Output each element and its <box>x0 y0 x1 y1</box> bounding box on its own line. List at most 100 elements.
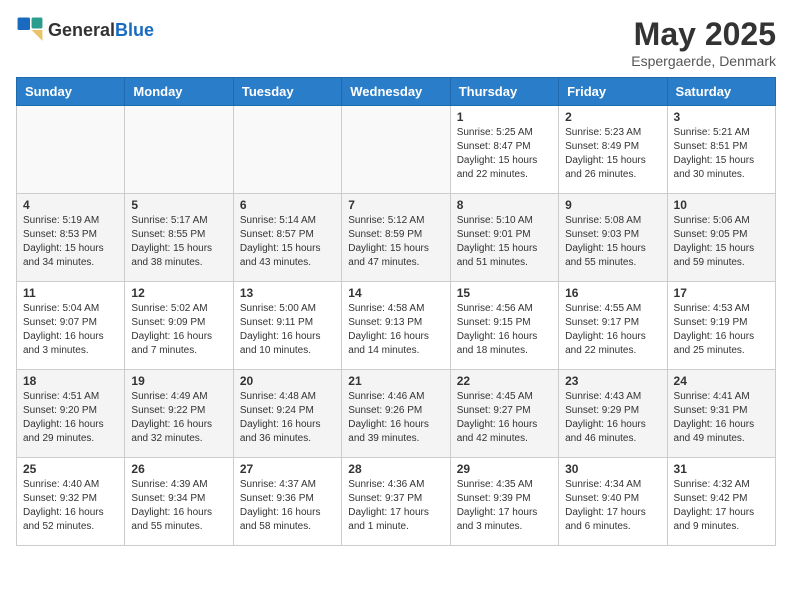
day-info: Sunrise: 4:41 AM Sunset: 9:31 PM Dayligh… <box>674 390 769 446</box>
day-info: Sunrise: 4:49 AM Sunset: 9:22 PM Dayligh… <box>131 390 226 446</box>
calendar-day-8: 8 Sunrise: 5:10 AM Sunset: 9:01 PM Daylig… <box>450 194 558 282</box>
day-number: 24 <box>674 374 769 388</box>
day-number: 17 <box>674 286 769 300</box>
calendar-week-row: 4 Sunrise: 5:19 AM Sunset: 8:53 PM Daylig… <box>17 194 776 282</box>
day-number: 18 <box>23 374 118 388</box>
day-info: Sunrise: 5:23 AM Sunset: 8:49 PM Dayligh… <box>565 126 660 182</box>
calendar-table: SundayMondayTuesdayWednesdayThursdayFrid… <box>16 77 776 546</box>
day-number: 28 <box>348 462 443 476</box>
day-number: 10 <box>674 198 769 212</box>
calendar-day-13: 13 Sunrise: 5:00 AM Sunset: 9:11 PM Dayli… <box>233 282 341 370</box>
calendar-week-row: 11 Sunrise: 5:04 AM Sunset: 9:07 PM Dayli… <box>17 282 776 370</box>
day-info: Sunrise: 5:17 AM Sunset: 8:55 PM Dayligh… <box>131 214 226 270</box>
calendar-day-24: 24 Sunrise: 4:41 AM Sunset: 9:31 PM Dayli… <box>667 370 775 458</box>
calendar-day-18: 18 Sunrise: 4:51 AM Sunset: 9:20 PM Dayli… <box>17 370 125 458</box>
day-info: Sunrise: 5:21 AM Sunset: 8:51 PM Dayligh… <box>674 126 769 182</box>
day-info: Sunrise: 5:10 AM Sunset: 9:01 PM Dayligh… <box>457 214 552 270</box>
day-info: Sunrise: 4:37 AM Sunset: 9:36 PM Dayligh… <box>240 478 335 534</box>
day-number: 5 <box>131 198 226 212</box>
day-info: Sunrise: 4:48 AM Sunset: 9:24 PM Dayligh… <box>240 390 335 446</box>
calendar-day-2: 2 Sunrise: 5:23 AM Sunset: 8:49 PM Daylig… <box>559 106 667 194</box>
logo-blue-text: Blue <box>115 20 154 40</box>
day-number: 11 <box>23 286 118 300</box>
day-info: Sunrise: 4:46 AM Sunset: 9:26 PM Dayligh… <box>348 390 443 446</box>
day-number: 20 <box>240 374 335 388</box>
day-info: Sunrise: 4:51 AM Sunset: 9:20 PM Dayligh… <box>23 390 118 446</box>
day-number: 4 <box>23 198 118 212</box>
day-number: 8 <box>457 198 552 212</box>
day-number: 22 <box>457 374 552 388</box>
day-info: Sunrise: 4:34 AM Sunset: 9:40 PM Dayligh… <box>565 478 660 534</box>
day-number: 29 <box>457 462 552 476</box>
calendar-empty-cell <box>17 106 125 194</box>
calendar-day-3: 3 Sunrise: 5:21 AM Sunset: 8:51 PM Daylig… <box>667 106 775 194</box>
weekday-header-monday: Monday <box>125 78 233 106</box>
weekday-header-row: SundayMondayTuesdayWednesdayThursdayFrid… <box>17 78 776 106</box>
day-number: 13 <box>240 286 335 300</box>
day-info: Sunrise: 4:45 AM Sunset: 9:27 PM Dayligh… <box>457 390 552 446</box>
day-number: 30 <box>565 462 660 476</box>
day-info: Sunrise: 4:55 AM Sunset: 9:17 PM Dayligh… <box>565 302 660 358</box>
calendar-day-6: 6Sunrise: 5:14 AM Sunset: 8:57 PM Daylig… <box>233 194 341 282</box>
day-number: 14 <box>348 286 443 300</box>
day-info: Sunrise: 4:43 AM Sunset: 9:29 PM Dayligh… <box>565 390 660 446</box>
calendar-day-14: 14Sunrise: 4:58 AM Sunset: 9:13 PM Dayli… <box>342 282 450 370</box>
calendar-week-row: 25 Sunrise: 4:40 AM Sunset: 9:32 PM Dayli… <box>17 458 776 546</box>
month-title: May 2025 <box>631 16 776 53</box>
day-number: 26 <box>131 462 226 476</box>
calendar-empty-cell <box>342 106 450 194</box>
day-info: Sunrise: 5:06 AM Sunset: 9:05 PM Dayligh… <box>674 214 769 270</box>
day-info: Sunrise: 5:04 AM Sunset: 9:07 PM Dayligh… <box>23 302 118 358</box>
day-number: 31 <box>674 462 769 476</box>
calendar-day-29: 29Sunrise: 4:35 AM Sunset: 9:39 PM Dayli… <box>450 458 558 546</box>
day-info: Sunrise: 4:39 AM Sunset: 9:34 PM Dayligh… <box>131 478 226 534</box>
calendar-day-12: 12 Sunrise: 5:02 AM Sunset: 9:09 PM Dayli… <box>125 282 233 370</box>
calendar-empty-cell <box>125 106 233 194</box>
day-number: 2 <box>565 110 660 124</box>
calendar-day-11: 11 Sunrise: 5:04 AM Sunset: 9:07 PM Dayli… <box>17 282 125 370</box>
day-number: 3 <box>674 110 769 124</box>
calendar-day-31: 31 Sunrise: 4:32 AM Sunset: 9:42 PM Dayli… <box>667 458 775 546</box>
day-info: Sunrise: 4:36 AM Sunset: 9:37 PM Dayligh… <box>348 478 443 534</box>
calendar-day-9: 9Sunrise: 5:08 AM Sunset: 9:03 PM Daylig… <box>559 194 667 282</box>
calendar-day-10: 10 Sunrise: 5:06 AM Sunset: 9:05 PM Dayli… <box>667 194 775 282</box>
day-info: Sunrise: 5:14 AM Sunset: 8:57 PM Dayligh… <box>240 214 335 270</box>
day-info: Sunrise: 4:56 AM Sunset: 9:15 PM Dayligh… <box>457 302 552 358</box>
day-info: Sunrise: 4:32 AM Sunset: 9:42 PM Dayligh… <box>674 478 769 534</box>
weekday-header-wednesday: Wednesday <box>342 78 450 106</box>
weekday-header-friday: Friday <box>559 78 667 106</box>
calendar-day-23: 23Sunrise: 4:43 AM Sunset: 9:29 PM Dayli… <box>559 370 667 458</box>
calendar-day-28: 28 Sunrise: 4:36 AM Sunset: 9:37 PM Dayli… <box>342 458 450 546</box>
calendar-day-5: 5 Sunrise: 5:17 AM Sunset: 8:55 PM Daylig… <box>125 194 233 282</box>
calendar-week-row: 1Sunrise: 5:25 AM Sunset: 8:47 PM Daylig… <box>17 106 776 194</box>
calendar-day-16: 16 Sunrise: 4:55 AM Sunset: 9:17 PM Dayli… <box>559 282 667 370</box>
day-number: 1 <box>457 110 552 124</box>
day-info: Sunrise: 5:19 AM Sunset: 8:53 PM Dayligh… <box>23 214 118 270</box>
calendar-day-30: 30 Sunrise: 4:34 AM Sunset: 9:40 PM Dayli… <box>559 458 667 546</box>
day-info: Sunrise: 4:53 AM Sunset: 9:19 PM Dayligh… <box>674 302 769 358</box>
calendar-day-25: 25 Sunrise: 4:40 AM Sunset: 9:32 PM Dayli… <box>17 458 125 546</box>
day-number: 27 <box>240 462 335 476</box>
calendar-day-7: 7 Sunrise: 5:12 AM Sunset: 8:59 PM Daylig… <box>342 194 450 282</box>
day-number: 12 <box>131 286 226 300</box>
calendar-day-4: 4 Sunrise: 5:19 AM Sunset: 8:53 PM Daylig… <box>17 194 125 282</box>
day-number: 7 <box>348 198 443 212</box>
location-text: Espergaerde, Denmark <box>631 53 776 69</box>
weekday-header-thursday: Thursday <box>450 78 558 106</box>
calendar-empty-cell <box>233 106 341 194</box>
calendar-day-15: 15Sunrise: 4:56 AM Sunset: 9:15 PM Dayli… <box>450 282 558 370</box>
day-info: Sunrise: 5:02 AM Sunset: 9:09 PM Dayligh… <box>131 302 226 358</box>
day-number: 25 <box>23 462 118 476</box>
day-info: Sunrise: 5:00 AM Sunset: 9:11 PM Dayligh… <box>240 302 335 358</box>
day-number: 19 <box>131 374 226 388</box>
page-header: GeneralBlue May 2025 Espergaerde, Denmar… <box>16 16 776 69</box>
weekday-header-sunday: Sunday <box>17 78 125 106</box>
title-block: May 2025 Espergaerde, Denmark <box>631 16 776 69</box>
day-number: 16 <box>565 286 660 300</box>
calendar-day-1: 1Sunrise: 5:25 AM Sunset: 8:47 PM Daylig… <box>450 106 558 194</box>
day-number: 9 <box>565 198 660 212</box>
day-number: 21 <box>348 374 443 388</box>
weekday-header-tuesday: Tuesday <box>233 78 341 106</box>
day-info: Sunrise: 4:40 AM Sunset: 9:32 PM Dayligh… <box>23 478 118 534</box>
day-info: Sunrise: 5:12 AM Sunset: 8:59 PM Dayligh… <box>348 214 443 270</box>
